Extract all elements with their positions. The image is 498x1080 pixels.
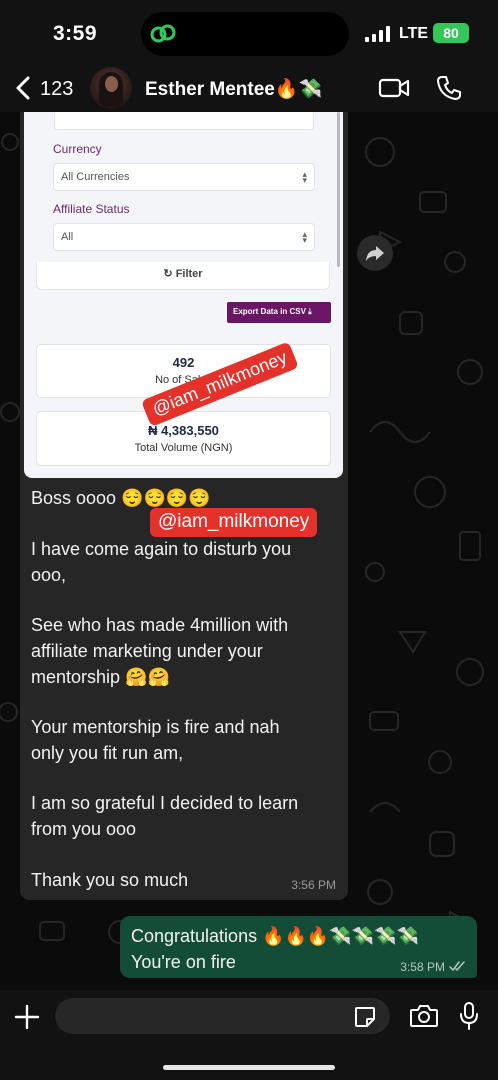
contact-name[interactable]: Esther Mentee🔥💸 xyxy=(145,77,322,101)
affiliate-status-select: All ▴ ▾ xyxy=(53,223,315,251)
volume-stat-card: ₦ 4,383,550 Total Volume (NGN) xyxy=(36,411,331,466)
currency-select: All Currencies ▴ ▾ xyxy=(53,163,315,191)
phone-icon[interactable] xyxy=(436,75,462,101)
link-icon xyxy=(150,24,176,43)
avatar[interactable] xyxy=(90,67,132,109)
forward-icon xyxy=(366,246,384,261)
microphone-icon[interactable] xyxy=(459,1001,479,1031)
back-count[interactable]: 123 xyxy=(40,78,73,101)
plus-icon[interactable] xyxy=(14,1004,40,1030)
refresh-icon: ↻ xyxy=(163,268,173,280)
message-paragraph: I have come again to disturb you ooo, xyxy=(31,539,292,585)
chat-header: 123 Esther Mentee🔥💸 xyxy=(0,64,498,112)
back-chevron-icon[interactable] xyxy=(14,75,32,101)
shared-screenshot[interactable]: Currency All Currencies ▴ ▾ Affiliate Sta… xyxy=(24,112,343,478)
home-indicator xyxy=(163,1065,335,1070)
status-bar: 3:59 LTE 80 xyxy=(0,0,498,64)
outgoing-message-text: Congratulations 🔥🔥🔥💸💸💸💸 You're on fire xyxy=(131,926,419,972)
chevron-updown-icon: ▴ ▾ xyxy=(302,229,307,245)
battery-icon: 80 xyxy=(433,23,469,43)
watermark: @iam_milkmoney xyxy=(150,508,318,537)
video-call-icon[interactable] xyxy=(378,77,410,99)
message-paragraph: Your mentorship is fire and nah only you… xyxy=(31,717,280,763)
read-ticks-icon xyxy=(449,961,465,971)
message-input[interactable] xyxy=(55,998,390,1034)
filter-button: ↻ Filter xyxy=(36,262,330,290)
sticker-icon[interactable] xyxy=(353,1005,377,1029)
dynamic-island xyxy=(141,12,349,56)
message-timestamp: 3:56 PM xyxy=(291,878,336,892)
currency-label: Currency xyxy=(53,142,102,156)
affiliate-status-label: Affiliate Status xyxy=(53,202,130,216)
message-timestamp: 3:58 PM xyxy=(400,960,445,974)
volume-label: Total Volume (NGN) xyxy=(134,442,233,454)
composer-bar xyxy=(0,990,498,1080)
export-csv-button: Export Data in CSV ⤓ xyxy=(227,302,331,323)
camera-icon[interactable] xyxy=(409,1004,439,1028)
forward-button[interactable] xyxy=(357,235,393,271)
outgoing-message[interactable]: Congratulations 🔥🔥🔥💸💸💸💸 You're on fire 3… xyxy=(120,916,477,978)
chevron-updown-icon: ▴ ▾ xyxy=(302,169,307,185)
signal-icon xyxy=(365,26,390,42)
message-paragraph: See who has made 4million with affiliate… xyxy=(31,615,289,687)
volume-value: ₦ 4,383,550 xyxy=(148,423,219,438)
incoming-message[interactable]: Currency All Currencies ▴ ▾ Affiliate Sta… xyxy=(20,112,348,900)
download-icon: ⤓ xyxy=(308,307,312,316)
screenshot-input-field xyxy=(54,112,314,130)
scrollbar xyxy=(337,112,340,267)
network-label: LTE xyxy=(399,25,429,42)
status-time: 3:59 xyxy=(53,22,98,45)
message-paragraph: I am so grateful I decided to learn from… xyxy=(31,793,299,839)
